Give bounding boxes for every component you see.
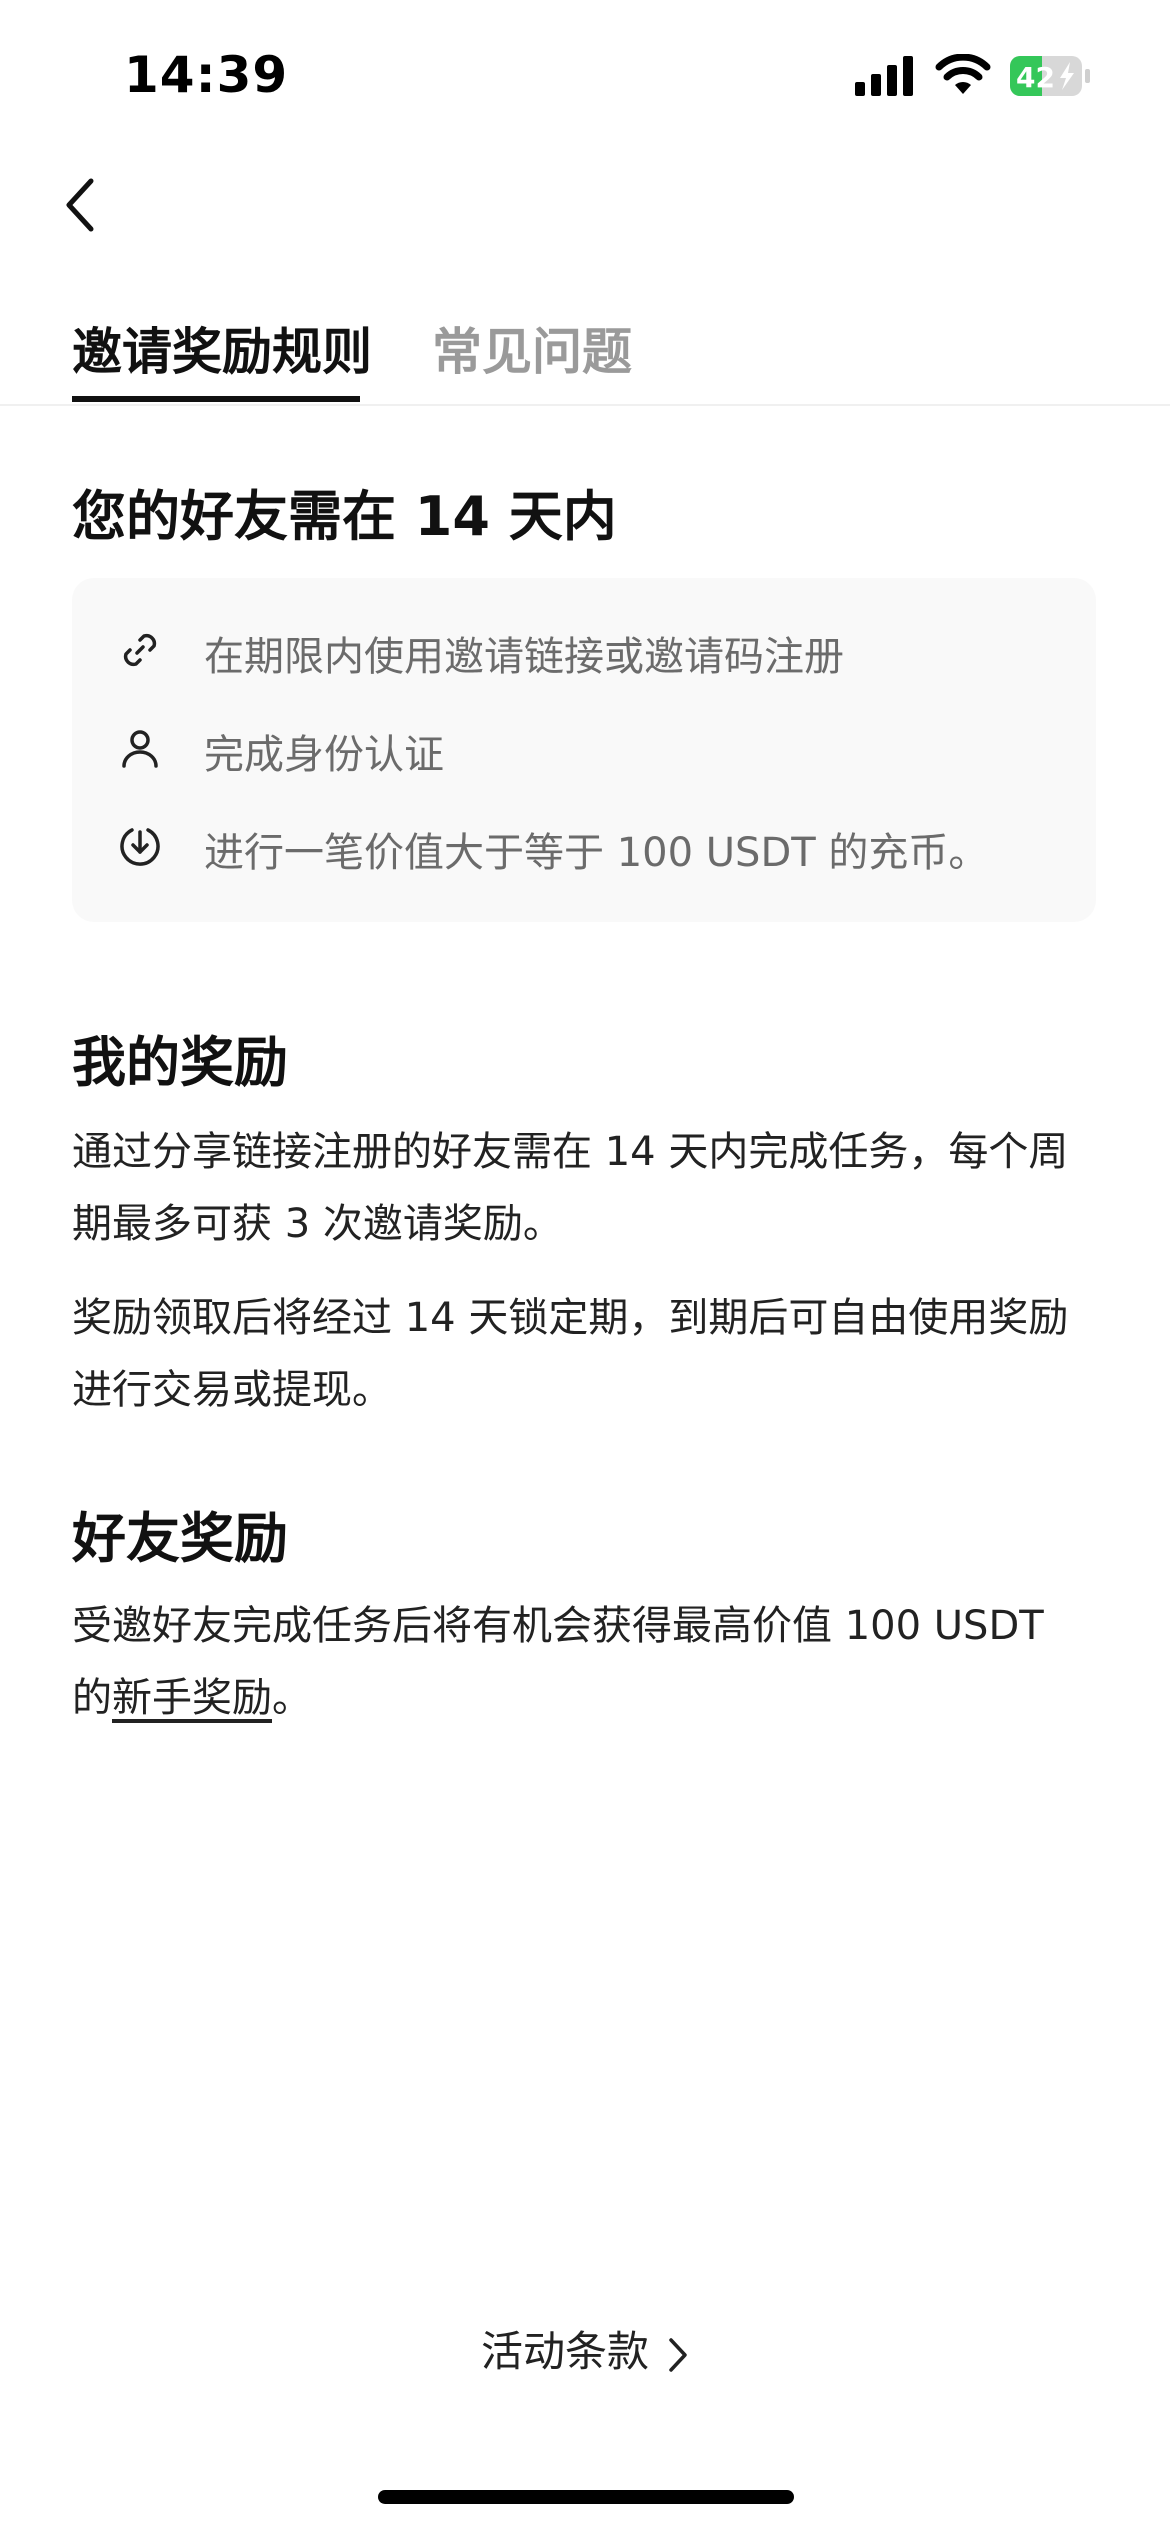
requirement-item: 在期限内使用邀请链接或邀请码注册 — [72, 610, 1096, 690]
active-tab-indicator — [72, 396, 360, 402]
requirement-text: 在期限内使用邀请链接或邀请码注册 — [204, 634, 844, 680]
requirement-text: 进行一笔价值大于等于 100 USDT 的充币。 — [204, 830, 989, 876]
requirement-item: 完成身份认证 — [72, 708, 1096, 788]
terms-label: 活动条款 — [480, 2327, 649, 2376]
my-reward-title: 我的奖励 — [72, 1031, 288, 1094]
requirement-text: 完成身份认证 — [204, 732, 444, 778]
terms-link[interactable]: 活动条款 — [0, 2318, 1170, 2379]
wifi-icon — [935, 54, 991, 94]
status-time: 14:39 — [124, 46, 289, 104]
friend-reward-paragraph: 受邀好友完成任务后将有机会获得最高价值 100 USDT 的新手奖励。 — [72, 1590, 1092, 1734]
status-bar: 14:39 42 — [0, 0, 1170, 150]
back-button[interactable] — [50, 170, 110, 240]
newbie-reward-link[interactable]: 新手奖励 — [112, 1675, 272, 1721]
requirements-title: 您的好友需在 14 天内 — [72, 485, 617, 548]
requirements-card: 在期限内使用邀请链接或邀请码注册 完成身份认证 进行一笔价值大于等于 100 U… — [72, 578, 1096, 922]
tab-faq[interactable]: 常见问题 — [432, 312, 632, 384]
tab-invite-rules[interactable]: 邀请奖励规则 — [72, 312, 372, 384]
my-reward-paragraph-1: 通过分享链接注册的好友需在 14 天内完成任务，每个周期最多可获 3 次邀请奖励… — [72, 1129, 1069, 1247]
deposit-icon — [120, 828, 160, 866]
my-reward-paragraph-2: 奖励领取后将经过 14 天锁定期，到期后可自由使用奖励进行交易或提现。 — [72, 1295, 1069, 1413]
link-icon — [123, 633, 157, 667]
signal-icon — [855, 56, 913, 96]
requirement-item: 进行一笔价值大于等于 100 USDT 的充币。 — [72, 806, 1096, 886]
tab-bar: 邀请奖励规则 常见问题 — [0, 290, 1170, 406]
battery-level: 42 — [1016, 61, 1055, 94]
friend-reward-title: 好友奖励 — [72, 1507, 288, 1570]
home-indicator — [378, 2490, 794, 2504]
user-icon — [122, 730, 158, 768]
friend-reward-suffix: 。 — [272, 1675, 312, 1721]
battery-icon: 42 — [1010, 56, 1090, 96]
chevron-right-icon — [669, 2337, 687, 2372]
chevron-left-icon — [66, 178, 94, 232]
